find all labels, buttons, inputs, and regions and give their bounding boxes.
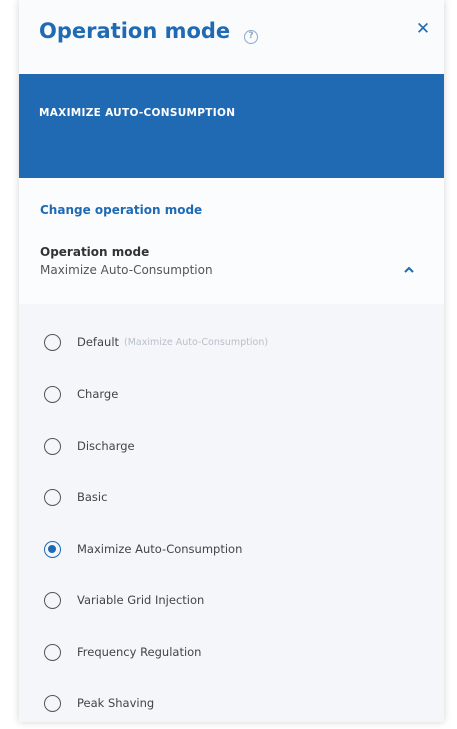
operation-mode-value: Maximize Auto-Consumption — [40, 263, 213, 277]
option-basic[interactable]: Basic — [44, 485, 107, 509]
radio-default[interactable] — [44, 333, 61, 351]
operation-mode-label: Operation mode — [40, 245, 150, 259]
option-label: Maximize Auto-Consumption — [77, 542, 243, 556]
chevron-up-icon[interactable] — [402, 264, 416, 276]
close-icon[interactable]: ✕ — [412, 18, 434, 40]
radio-variable-grid-injection[interactable] — [44, 591, 61, 609]
question-circle-icon[interactable]: ? — [244, 30, 258, 44]
radio-basic[interactable] — [44, 488, 61, 506]
change-operation-mode-link[interactable]: Change operation mode — [40, 203, 202, 217]
option-discharge[interactable]: Discharge — [44, 434, 135, 458]
option-default[interactable]: Default (Maximize Auto-Consumption) — [44, 330, 268, 354]
option-label: Peak Shaving — [77, 696, 155, 710]
option-hint: (Maximize Auto-Consumption) — [124, 336, 269, 348]
radio-charge[interactable] — [44, 385, 61, 403]
option-label: Variable Grid Injection — [77, 593, 205, 607]
operation-mode-panel: Operation mode ? ✕ MAXIMIZE AUTO-CONSUMP… — [19, 0, 444, 722]
panel-header: Operation mode ? ✕ — [19, 0, 444, 74]
option-variable-grid-injection[interactable]: Variable Grid Injection — [44, 588, 204, 612]
option-frequency-regulation[interactable]: Frequency Regulation — [44, 640, 201, 664]
current-mode-banner: MAXIMIZE AUTO-CONSUMPTION — [19, 74, 444, 178]
radio-peak-shaving[interactable] — [44, 694, 61, 712]
radio-discharge[interactable] — [44, 437, 61, 455]
option-maximize-auto-consumption[interactable]: Maximize Auto-Consumption — [44, 537, 242, 561]
operation-mode-options: Default (Maximize Auto-Consumption) Char… — [19, 304, 444, 722]
option-label: Basic — [77, 490, 108, 504]
radio-maximize-auto-consumption[interactable] — [44, 540, 61, 558]
option-peak-shaving[interactable]: Peak Shaving — [44, 691, 154, 715]
option-label: Default — [77, 335, 120, 349]
option-charge[interactable]: Charge — [44, 382, 118, 406]
banner-title: MAXIMIZE AUTO-CONSUMPTION — [39, 107, 236, 119]
radio-frequency-regulation[interactable] — [44, 643, 61, 661]
option-label: Charge — [77, 387, 119, 401]
page-title: Operation mode — [39, 19, 231, 43]
option-label: Frequency Regulation — [77, 645, 202, 659]
option-label: Discharge — [77, 439, 135, 453]
